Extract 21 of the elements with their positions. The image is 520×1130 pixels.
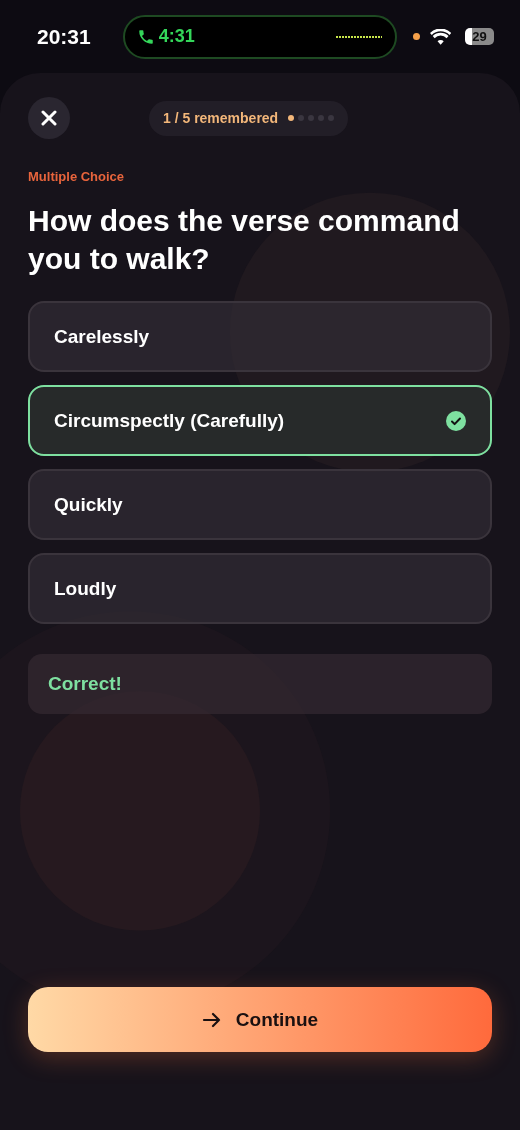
answer-option[interactable]: Circumspectly (Carefully) [28, 385, 492, 456]
answer-option[interactable]: Carelessly [28, 301, 492, 372]
mic-indicator-icon [413, 33, 420, 40]
call-island[interactable]: 4:31 [122, 14, 397, 59]
call-timer: 4:31 [158, 26, 195, 47]
phone-icon [136, 27, 155, 46]
answer-option[interactable]: Loudly [28, 553, 492, 624]
close-icon [41, 110, 57, 126]
close-button[interactable] [28, 97, 70, 139]
answer-option[interactable]: Quickly [28, 469, 492, 540]
question-type-label: Multiple Choice [28, 169, 126, 184]
wifi-icon [429, 28, 452, 45]
feedback-text: Correct! [48, 673, 122, 695]
progress-text: 1 / 5 remembered [163, 110, 279, 126]
waveform-icon [335, 34, 383, 39]
arrow-right-icon [201, 1011, 222, 1028]
question-text: How does the verse command you to walk? [28, 203, 461, 277]
battery-icon: 29 [465, 28, 494, 45]
status-time: 20:31 [37, 24, 92, 49]
check-icon [446, 410, 466, 431]
continue-button[interactable]: Continue [28, 987, 492, 1052]
